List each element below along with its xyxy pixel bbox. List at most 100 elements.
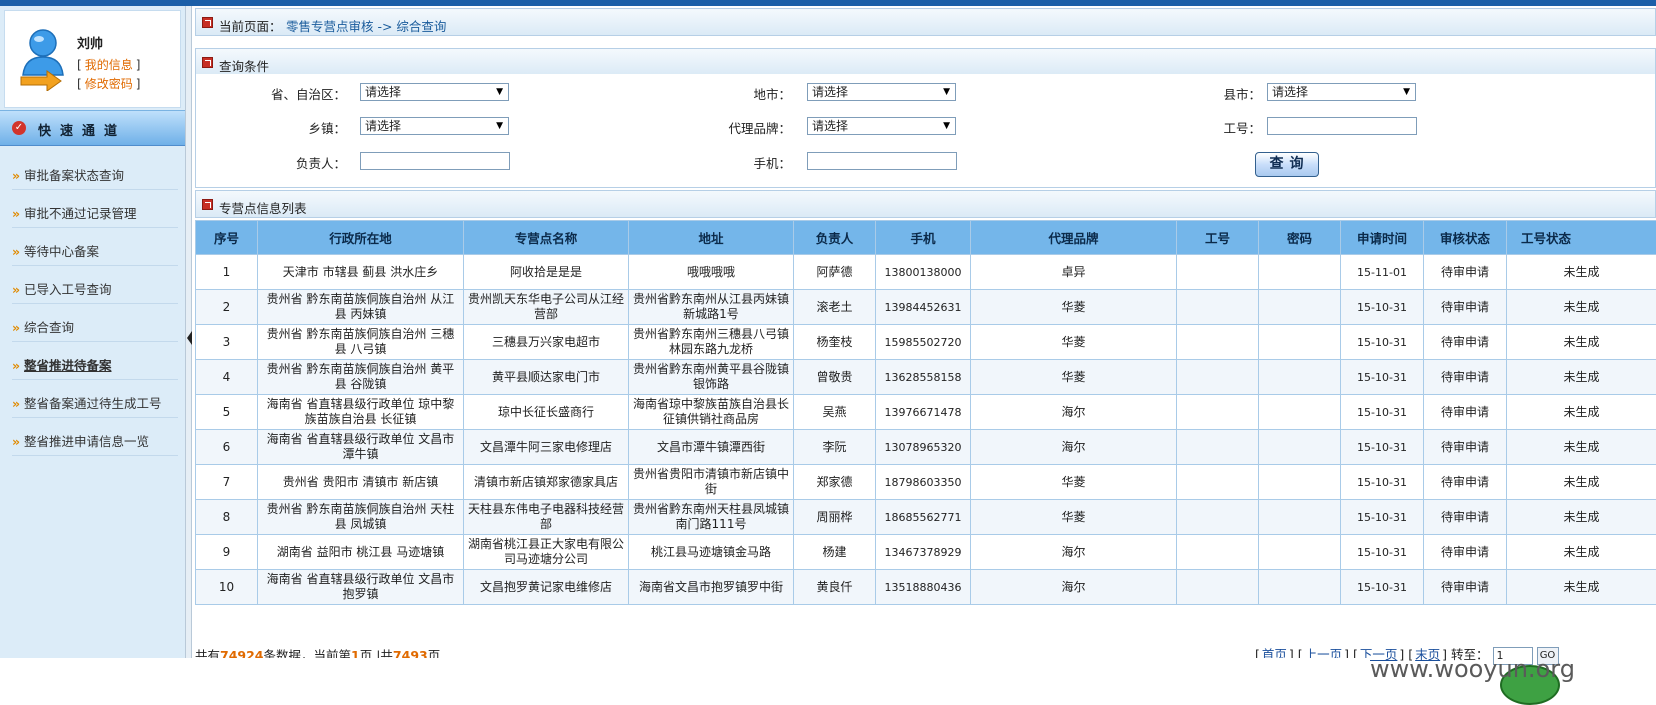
section-marker-icon [202, 57, 213, 68]
jobno-input[interactable] [1267, 117, 1417, 135]
row-review-status: 待审申请 [1424, 360, 1507, 395]
row-index: 5 [196, 395, 258, 430]
sidebar-item-province-approved[interactable]: »整省备案通过待生成工号 [12, 392, 178, 418]
sidebar-splitter[interactable] [185, 6, 192, 658]
row-brand: 卓异 [971, 255, 1177, 290]
brand-select[interactable]: 请选择▼ [807, 117, 956, 135]
row-index: 1 [196, 255, 258, 290]
table-row[interactable]: 5海南省 省直辖县级行政单位 琼中黎族苗族自治县 长征镇琼中长征长盛商行海南省琼… [196, 395, 1656, 430]
list-section-title: 专营点信息列表 [219, 198, 307, 217]
owner-input[interactable] [360, 152, 510, 170]
user-name: 刘帅 [77, 33, 103, 52]
row-jobno [1177, 325, 1259, 360]
row-jobno [1177, 535, 1259, 570]
list-marker-icon [202, 199, 213, 210]
watermark: www.wooyun.org [1370, 655, 1575, 683]
sidebar-item-center-filing[interactable]: »等待中心备案 [12, 240, 178, 266]
row-phone: 13628558158 [876, 360, 971, 395]
row-region: 贵州省 黔东南苗族侗族自治州 天柱县 凤城镇 [258, 500, 464, 535]
table-row[interactable]: 7贵州省 贵阳市 清镇市 新店镇清镇市新店镇郑家德家具店贵州省贵阳市清镇市新店镇… [196, 465, 1656, 500]
row-owner: 吴燕 [794, 395, 876, 430]
city-select[interactable]: 请选择▼ [807, 83, 956, 101]
row-address: 文昌市潭牛镇潭西街 [629, 430, 794, 465]
col-header: 序号 [196, 221, 258, 255]
row-jobno [1177, 430, 1259, 465]
row-region: 海南省 省直辖县级行政单位 文昌市 抱罗镇 [258, 570, 464, 605]
user-profile-panel: 刘帅 [我的信息] [修改密码] [4, 10, 181, 108]
row-jobno-status: 未生成 [1507, 255, 1656, 290]
main-content: 当前页面： 零售专营点审核 -> 综合查询 查询条件 省、自治区： 请选择▼ 地… [195, 6, 1656, 658]
quick-access-title: 快速通道 [38, 120, 126, 139]
list-section-header: 专营点信息列表 [195, 190, 1656, 218]
row-review-status: 待审申请 [1424, 430, 1507, 465]
my-info-link[interactable]: 我的信息 [85, 58, 133, 72]
double-chevron-icon: » [12, 206, 20, 221]
search-button[interactable]: 查询 [1255, 152, 1319, 177]
sidebar-item-combined-query[interactable]: »综合查询 [12, 316, 178, 342]
row-owner: 黄良仟 [794, 570, 876, 605]
row-owner: 滚老土 [794, 290, 876, 325]
sidebar-item-province-applications[interactable]: »整省推进申请信息一览 [12, 430, 178, 456]
row-jobno [1177, 395, 1259, 430]
row-store-name: 湖南省桃江县正大家电有限公司马迹塘分公司 [464, 535, 629, 570]
county-select[interactable]: 请选择▼ [1267, 83, 1416, 101]
row-jobno [1177, 500, 1259, 535]
query-section-title: 查询条件 [219, 56, 269, 75]
owner-label: 负责人： [256, 153, 346, 172]
double-chevron-icon: » [12, 434, 20, 449]
breadcrumb-path[interactable]: 零售专营点审核 -> 综合查询 [286, 16, 446, 35]
row-brand: 华菱 [971, 290, 1177, 325]
phone-label: 手机： [701, 153, 791, 172]
row-review-status: 待审申请 [1424, 570, 1507, 605]
table-row[interactable]: 9湖南省 益阳市 桃江县 马迹塘镇湖南省桃江县正大家电有限公司马迹塘分公司桃江县… [196, 535, 1656, 570]
sidebar-item-approval-status[interactable]: »审批备案状态查询 [12, 164, 178, 190]
phone-input[interactable] [807, 152, 957, 170]
table-row[interactable]: 8贵州省 黔东南苗族侗族自治州 天柱县 凤城镇天柱县东伟电子电器科技经营部贵州省… [196, 500, 1656, 535]
row-apply-date: 15-10-31 [1341, 290, 1424, 325]
row-apply-date: 15-10-31 [1341, 430, 1424, 465]
table-row[interactable]: 6海南省 省直辖县级行政单位 文昌市 潭牛镇文昌潭牛阿三家电修理店文昌市潭牛镇潭… [196, 430, 1656, 465]
brand-label: 代理品牌： [701, 118, 791, 137]
row-address: 海南省琼中黎族苗族自治县长征镇供销社商品房 [629, 395, 794, 430]
table-row[interactable]: 2贵州省 黔东南苗族侗族自治州 从江县 丙妹镇贵州凯天东华电子公司从江经营部贵州… [196, 290, 1656, 325]
collapse-arrow-icon[interactable] [187, 331, 192, 345]
row-address: 桃江县马迹塘镇金马路 [629, 535, 794, 570]
double-chevron-icon: » [12, 168, 20, 183]
dropdown-arrow-icon: ▼ [496, 119, 503, 133]
province-select[interactable]: 请选择▼ [360, 83, 509, 101]
row-owner: 阿萨德 [794, 255, 876, 290]
row-password [1259, 290, 1341, 325]
row-brand: 海尔 [971, 570, 1177, 605]
dropdown-arrow-icon: ▼ [943, 85, 950, 99]
row-address: 哦哦哦哦 [629, 255, 794, 290]
table-row[interactable]: 1天津市 市辖县 蓟县 洪水庄乡阿收拾是是是哦哦哦哦阿萨德13800138000… [196, 255, 1656, 290]
col-header: 工号 [1177, 221, 1259, 255]
dropdown-arrow-icon: ▼ [943, 119, 950, 133]
row-index: 7 [196, 465, 258, 500]
quick-access-header: ✓ 快速通道 [0, 110, 185, 146]
user-avatar-icon [17, 27, 69, 91]
table-row[interactable]: 10海南省 省直辖县级行政单位 文昌市 抱罗镇文昌抱罗黄记家电维修店海南省文昌市… [196, 570, 1656, 605]
row-index: 2 [196, 290, 258, 325]
col-header: 审核状态 [1424, 221, 1507, 255]
row-address: 海南省文昌市抱罗镇罗中街 [629, 570, 794, 605]
table-row[interactable]: 4贵州省 黔东南苗族侗族自治州 黄平县 谷陇镇黄平县顺达家电门市贵州省黔东南州黄… [196, 360, 1656, 395]
table-row[interactable]: 3贵州省 黔东南苗族侗族自治州 三穗县 八弓镇三穗县万兴家电超市贵州省黔东南州三… [196, 325, 1656, 360]
row-apply-date: 15-10-31 [1341, 465, 1424, 500]
breadcrumb-bar: 当前页面： 零售专营点审核 -> 综合查询 [195, 8, 1656, 36]
city-label: 地市： [701, 84, 791, 103]
row-phone: 18798603350 [876, 465, 971, 500]
double-chevron-icon: » [12, 244, 20, 259]
row-store-name: 琼中长征长盛商行 [464, 395, 629, 430]
town-select[interactable]: 请选择▼ [360, 117, 509, 135]
row-jobno-status: 未生成 [1507, 500, 1656, 535]
row-address: 贵州省黔东南州天柱县凤城镇南门路111号 [629, 500, 794, 535]
sidebar-item-imported-jobno[interactable]: »已导入工号查询 [12, 278, 178, 304]
row-apply-date: 15-10-31 [1341, 395, 1424, 430]
row-index: 3 [196, 325, 258, 360]
change-password-link[interactable]: 修改密码 [85, 77, 133, 91]
row-jobno [1177, 570, 1259, 605]
sidebar-item-province-pending[interactable]: »整省推进待备案 [12, 354, 178, 380]
sidebar-item-rejected-records[interactable]: »审批不通过记录管理 [12, 202, 178, 228]
col-header: 密码 [1259, 221, 1341, 255]
